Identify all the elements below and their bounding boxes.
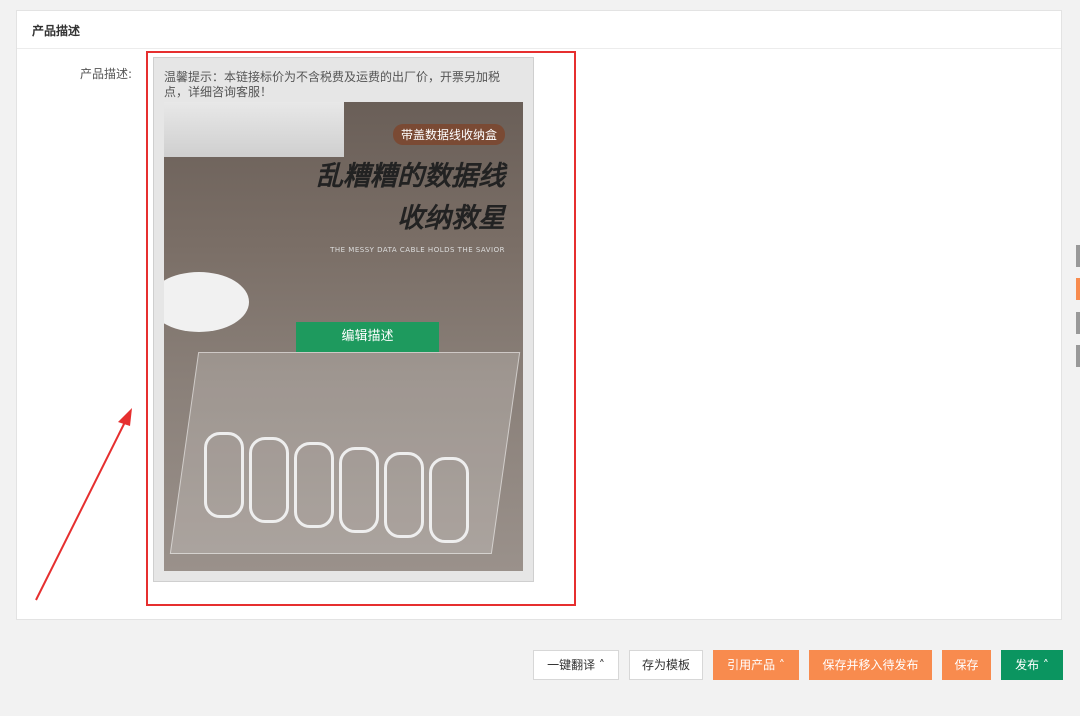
cable-graphic [429,457,469,543]
save-template-button[interactable]: 存为模板 [629,650,703,680]
translate-label: 一键翻译 [547,658,596,672]
section-title: 产品描述 [17,11,1061,49]
chevron-up-icon: ˄ [1042,658,1049,672]
cable-graphic [204,432,244,518]
mouse-graphic [164,272,249,332]
reference-product-label: 引用产品 [727,658,776,672]
product-image: 带盖数据线收纳盒 乱糟糟的数据线 收纳救星 THE MESSY DATA CAB… [164,102,523,571]
publish-button[interactable]: 发布 ˄ [1001,650,1063,680]
cable-graphic [294,442,334,528]
publish-label: 发布 [1015,658,1040,672]
cable-graphic [339,447,379,533]
translate-button[interactable]: 一键翻译 ˄ [533,650,619,680]
image-subtitle: THE MESSY DATA CABLE HOLDS THE SAVIOR [330,246,505,254]
save-button[interactable]: 保存 [942,650,991,680]
save-and-move-button[interactable]: 保存并移入待发布 [809,650,932,680]
image-badge: 带盖数据线收纳盒 [392,124,505,145]
chevron-up-icon: ˄ [598,658,605,672]
image-headline-2: 收纳救星 [397,203,505,234]
reference-product-button[interactable]: 引用产品 ˄ [713,650,799,680]
edit-description-button[interactable]: 编辑描述 [296,322,439,352]
pricing-tip-text: 温馨提示：本链接标价为不含税费及运费的出厂价，开票另加税点，详细咨询客服！ [164,70,501,99]
cable-graphic [384,452,424,538]
description-field-label: 产品描述: [80,67,133,81]
image-headline-1: 乱糟糟的数据线 [316,161,505,192]
chevron-up-icon: ˄ [778,658,785,672]
description-editor[interactable]: 温馨提示：本链接标价为不含税费及运费的出厂价，开票另加税点，详细咨询客服！ 带盖… [153,57,534,582]
monitor-graphic [164,102,344,157]
cable-graphic [249,437,289,523]
